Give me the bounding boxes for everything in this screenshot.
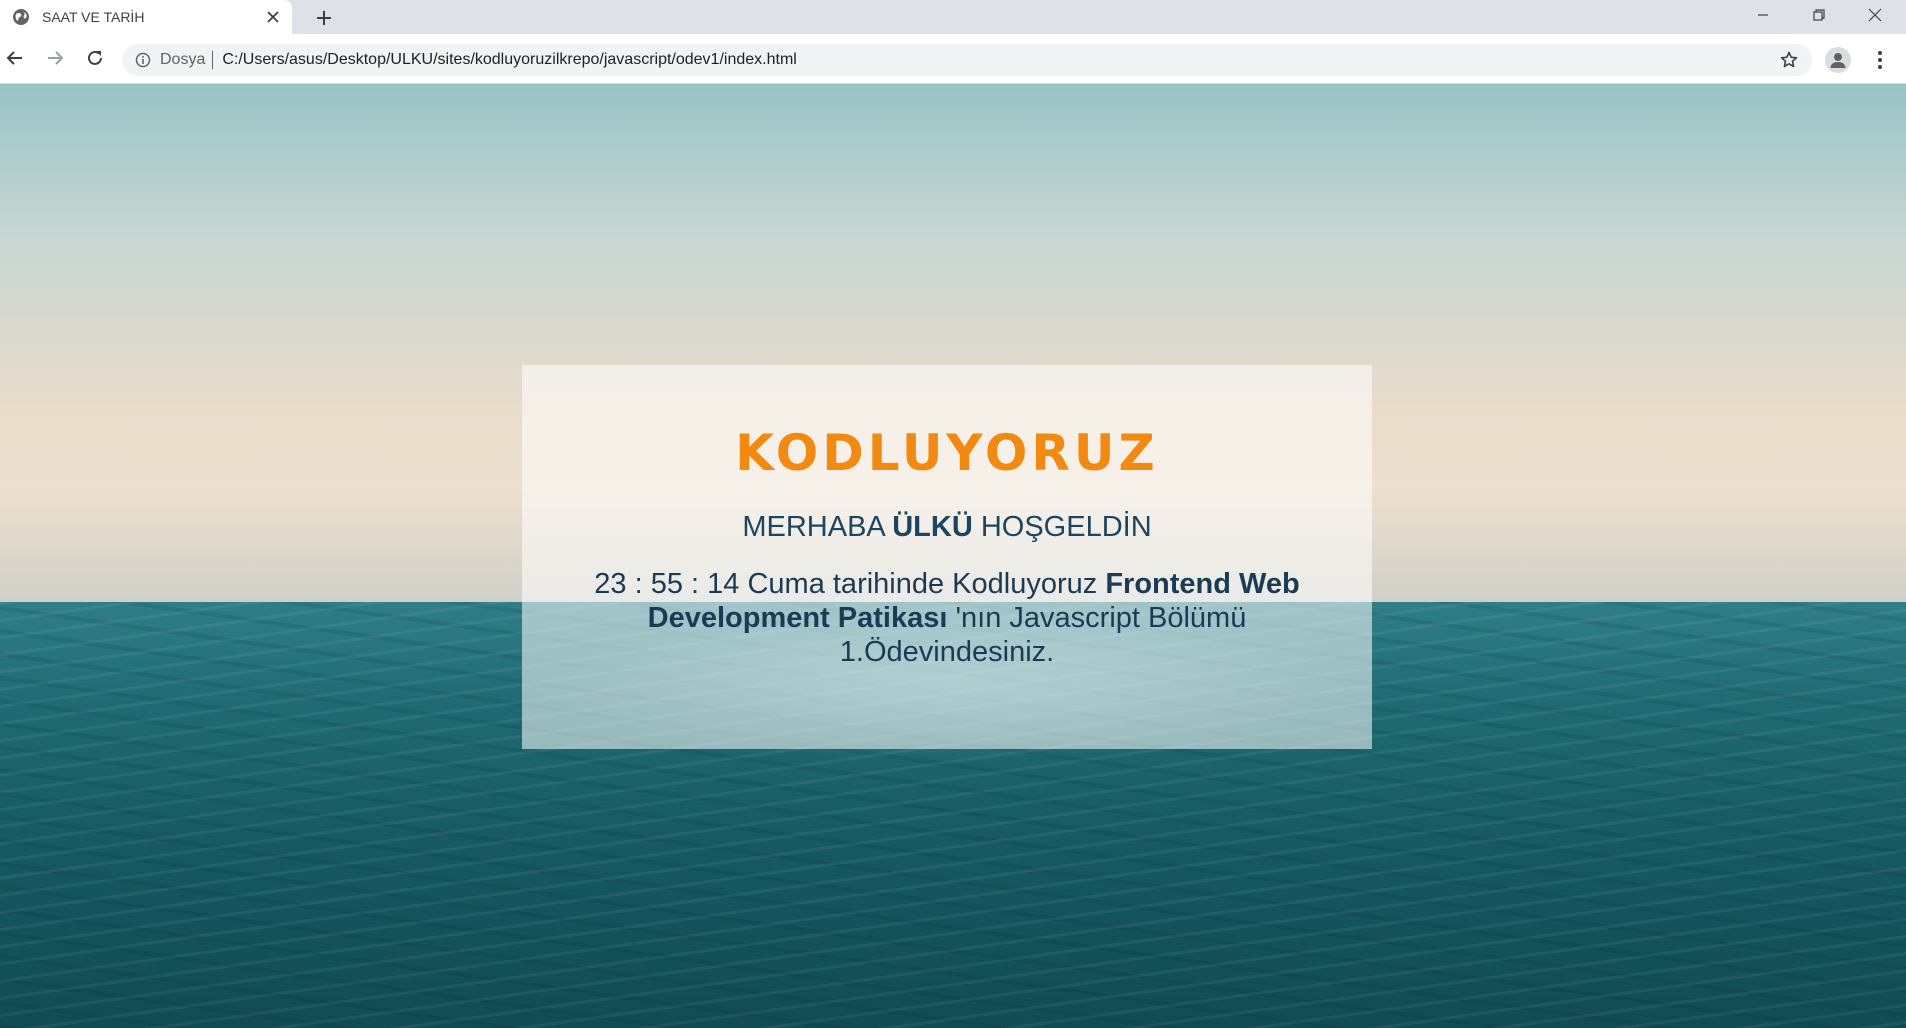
browser-toolbar: Dosya C:/Users/asus/Desktop/ULKU/sites/k… bbox=[0, 34, 1906, 84]
back-button[interactable] bbox=[0, 43, 30, 73]
user-icon bbox=[1830, 53, 1846, 68]
plus-icon bbox=[317, 11, 331, 25]
clock-message: 23 : 55 : 14 Cuma tarihinde Kodluyoruz F… bbox=[562, 567, 1332, 669]
close-window-button[interactable] bbox=[1852, 0, 1898, 30]
scheme-label: Dosya bbox=[160, 51, 206, 68]
info-icon[interactable] bbox=[134, 51, 152, 69]
active-tab[interactable]: SAAT VE TARİH bbox=[0, 0, 292, 34]
tab-strip: SAAT VE TARİH bbox=[0, 0, 1906, 34]
divider bbox=[212, 51, 214, 69]
arrow-left-icon bbox=[6, 51, 22, 65]
reload-icon bbox=[88, 50, 102, 65]
new-tab-button[interactable] bbox=[310, 4, 338, 32]
browser-window: SAAT VE TARİH Dosya C:/Users/asus/Deskto… bbox=[0, 0, 1906, 1028]
minimize-icon bbox=[1758, 14, 1768, 16]
greeting-suffix: HOŞGELDİN bbox=[972, 511, 1152, 543]
clock-time: 23 : 55 : 14 bbox=[594, 568, 740, 600]
greeting-text: MERHABA ÜLKÜ HOŞGELDİN bbox=[522, 511, 1372, 544]
greeting-prefix: MERHABA bbox=[742, 511, 893, 543]
kebab-menu-icon bbox=[1878, 51, 1882, 69]
welcome-card: KODLUYORUZ MERHABA ÜLKÜ HOŞGELDİN 23 : 5… bbox=[522, 365, 1372, 749]
bookmark-star-icon[interactable] bbox=[1778, 49, 1800, 71]
reload-button[interactable] bbox=[80, 43, 110, 73]
profile-avatar-button[interactable] bbox=[1825, 47, 1851, 73]
address-bar[interactable]: Dosya C:/Users/asus/Desktop/ULKU/sites/k… bbox=[122, 44, 1812, 76]
day-text: Cuma tarihinde Kodluyoruz bbox=[739, 568, 1106, 600]
tab-title: SAAT VE TARİH bbox=[42, 9, 145, 25]
url-text[interactable]: C:/Users/asus/Desktop/ULKU/sites/kodluyo… bbox=[222, 51, 796, 69]
restore-button[interactable] bbox=[1796, 0, 1842, 30]
restore-icon bbox=[1813, 9, 1825, 21]
forward-button[interactable] bbox=[40, 43, 70, 73]
browser-menu-button[interactable] bbox=[1868, 47, 1892, 73]
user-name: ÜLKÜ bbox=[892, 511, 973, 543]
globe-icon bbox=[12, 8, 30, 26]
close-tab-icon[interactable] bbox=[262, 6, 284, 28]
close-icon bbox=[1868, 8, 1882, 22]
page-viewport: KODLUYORUZ MERHABA ÜLKÜ HOŞGELDİN 23 : 5… bbox=[0, 84, 1906, 1028]
kodluyoruz-logo: KODLUYORUZ bbox=[735, 424, 1159, 482]
minimize-button[interactable] bbox=[1740, 0, 1786, 30]
arrow-right-icon bbox=[48, 51, 64, 65]
